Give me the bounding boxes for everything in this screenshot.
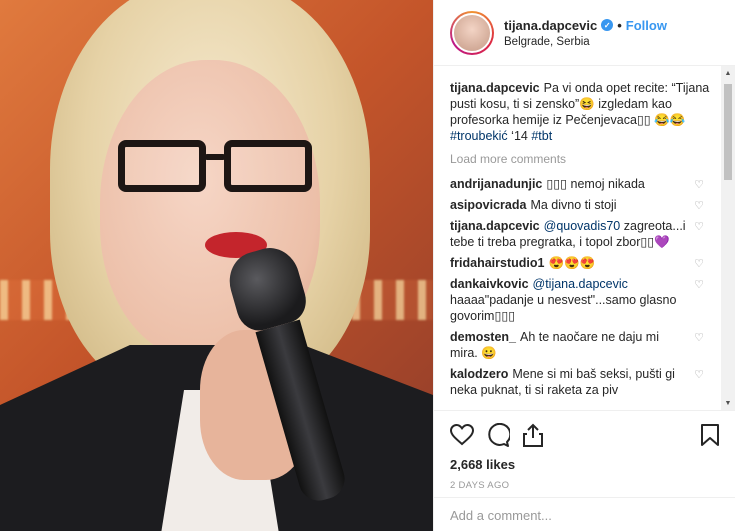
comment-item: fridahairstudio1 😍😍😍 ♡ [450, 255, 720, 271]
location-link[interactable]: Belgrade, Serbia [504, 36, 667, 48]
post-photo[interactable] [0, 0, 433, 531]
comment-item: tijana.dapcevic @quovadis70 zagreota...i … [450, 218, 720, 250]
heart-icon[interactable]: ♡ [694, 198, 704, 214]
separator: • [617, 17, 622, 33]
glasses [118, 140, 313, 195]
comment-item: kalodzero Mene si mi baš seksi, pušti gi … [450, 366, 720, 398]
add-comment-input[interactable]: Add a comment... [434, 497, 735, 531]
comment-text: 😍😍😍 [548, 256, 596, 270]
comment-username[interactable]: asipovicrada [450, 198, 526, 212]
comment-item: dankaivkovic @tijana.dapcevic haaaa"padan… [450, 276, 720, 324]
verified-icon: ✓ [601, 19, 614, 31]
comment-item: asipovicrada Ma divno ti stoji ♡ [450, 197, 720, 213]
avatar[interactable] [450, 10, 494, 55]
comment-text: Ma divno ti stoji [530, 198, 617, 212]
heart-icon[interactable]: ♡ [694, 219, 704, 235]
likes-count[interactable]: 2,668 likes [450, 457, 720, 472]
scrollbar-thumb[interactable] [724, 84, 732, 180]
comment-mention[interactable]: @tijana.dapcevic [533, 277, 628, 291]
header-username[interactable]: tijana.dapcevic [504, 18, 597, 33]
comment-item: andrijanadunjic ▯▯▯ nemoj nikada ♡ [450, 176, 720, 192]
heart-icon[interactable]: ♡ [694, 177, 704, 193]
comment-item: demosten_ Ah te naočare ne daju mi mira. … [450, 329, 720, 361]
heart-icon[interactable] [450, 424, 474, 446]
comment-username[interactable]: demosten_ [450, 330, 516, 344]
comment-text: haaaa"padanje u nesvest"...samo glasno g… [450, 293, 677, 323]
scroll-down-icon[interactable]: ▼ [721, 396, 735, 410]
share-icon[interactable] [522, 423, 544, 447]
caption-username[interactable]: tijana.dapcevic [450, 81, 540, 95]
hashtag-link[interactable]: #troubekić [450, 129, 508, 143]
scroll-up-icon[interactable]: ▲ [721, 66, 735, 80]
heart-icon[interactable]: ♡ [694, 330, 704, 346]
caption: tijana.dapcevic Pa vi onda opet recite: “… [450, 80, 720, 144]
comments-scrollbar[interactable]: ▲ ▼ [721, 66, 735, 410]
comment-username[interactable]: kalodzero [450, 367, 508, 381]
post-timestamp[interactable]: 2 DAYS AGO [450, 480, 720, 491]
comment-username[interactable]: andrijanadunjic [450, 177, 542, 191]
heart-icon[interactable]: ♡ [694, 277, 704, 293]
hashtag-link[interactable]: #tbt [531, 129, 552, 143]
post-header: tijana.dapcevic ✓ • Follow Belgrade, Ser… [434, 0, 735, 66]
heart-icon[interactable]: ♡ [694, 256, 704, 272]
comment-text: ▯▯▯ nemoj nikada [546, 177, 645, 191]
comment-mention[interactable]: @quovadis70 [544, 219, 621, 233]
caption-text-2: ‘14 [507, 129, 532, 143]
post-actions: 2,668 likes 2 DAYS AGO [434, 410, 735, 491]
comment-username[interactable]: dankaivkovic [450, 277, 529, 291]
comments-list[interactable]: tijana.dapcevic Pa vi onda opet recite: “… [434, 66, 735, 410]
post-panel: tijana.dapcevic ✓ • Follow Belgrade, Ser… [433, 0, 735, 531]
comment-username[interactable]: fridahairstudio1 [450, 256, 544, 270]
bookmark-icon[interactable] [700, 423, 720, 447]
comment-icon[interactable] [486, 423, 510, 447]
load-more-comments-button[interactable]: Load more comments [450, 152, 720, 166]
comment-username[interactable]: tijana.dapcevic [450, 219, 540, 233]
follow-button[interactable]: Follow [626, 18, 667, 33]
heart-icon[interactable]: ♡ [694, 367, 704, 383]
